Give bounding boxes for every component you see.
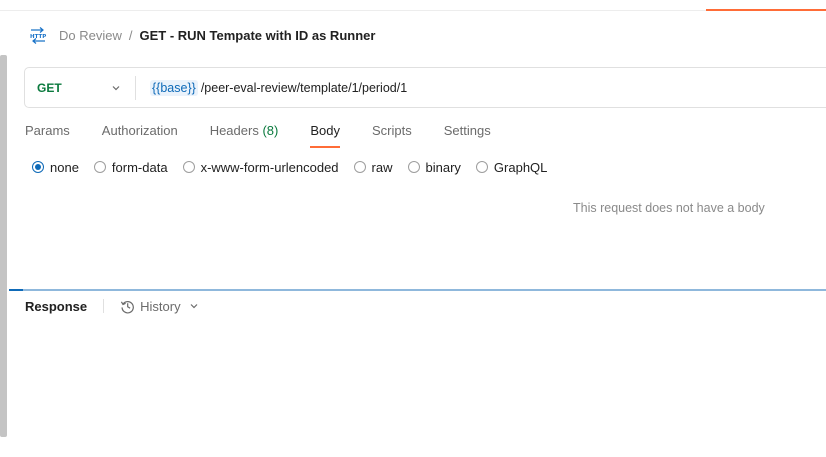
headers-count: (8) [262,123,279,138]
chevron-down-icon [112,85,120,90]
request-tabs: Params Authorization Headers (8) Body Sc… [25,120,523,148]
radio-none[interactable] [32,161,44,173]
svg-text:HTTP: HTTP [30,34,46,40]
body-type-form-data-label: form-data [111,159,168,175]
chevron-down-icon [190,304,198,309]
tab-authorization-label: Authorization [101,123,178,138]
body-type-binary-label: binary [425,159,461,175]
breadcrumb-parent-link[interactable]: Do Review [59,28,122,43]
body-type-urlencoded[interactable]: x-www-form-urlencoded [182,159,339,175]
response-separator [103,299,105,313]
history-button[interactable]: History [120,299,198,314]
radio-graphql[interactable] [475,161,488,173]
active-tab-indicator [706,9,826,11]
body-type-graphql[interactable]: GraphQL [475,159,548,175]
request-title[interactable]: GET - RUN Tempate with ID as Runner [139,28,375,43]
history-icon [121,300,135,313]
url-input[interactable]: {{base}} /peer-eval-review/template/1/pe… [136,79,408,96]
body-type-none-label: none [50,159,79,175]
empty-body-message: This request does not have a body [573,201,765,215]
method-label: GET [37,80,62,95]
tab-scripts-label: Scripts [371,123,412,138]
body-type-binary[interactable]: binary [407,159,461,175]
body-type-raw-label: raw [371,159,393,175]
tab-headers[interactable]: Headers (8) [210,120,279,148]
tab-params-label: Params [25,123,70,138]
radio-raw[interactable] [353,161,366,173]
body-type-urlencoded-label: x-www-form-urlencoded [200,159,339,175]
tab-settings[interactable]: Settings [444,120,491,148]
body-type-graphql-label: GraphQL [493,159,548,175]
sidebar-scrollbar[interactable] [0,55,7,437]
radio-form-data[interactable] [93,161,106,173]
response-header: Response History [25,297,199,315]
tab-body[interactable]: Body [310,120,340,148]
url-bar: GET {{base}} /peer-eval-review/template/… [24,67,826,108]
breadcrumb: HTTP Do Review / GET - RUN Tempate with … [28,25,375,45]
history-label: History [140,298,181,314]
body-type-radio-group: none form-data x-www-form-urlencoded raw… [32,158,562,176]
top-tab-strip [0,0,826,11]
tab-scripts[interactable]: Scripts [372,120,412,148]
url-variable[interactable]: {{base}} [150,79,198,96]
http-icon: HTTP [30,27,46,44]
method-select[interactable]: GET [25,68,135,107]
tab-body-label: Body [310,123,340,138]
breadcrumb-separator: / [128,27,133,43]
tab-params[interactable]: Params [25,120,70,148]
response-label: Response [25,298,88,314]
body-type-form-data[interactable]: form-data [93,159,168,175]
radio-urlencoded[interactable] [182,161,195,173]
tab-authorization[interactable]: Authorization [102,120,178,148]
body-type-raw[interactable]: raw [353,159,393,175]
pane-resize-divider[interactable] [9,289,826,291]
url-path: /peer-eval-review/template/1/period/1 [200,80,408,95]
body-type-none[interactable]: none [32,160,79,175]
radio-binary[interactable] [407,161,420,173]
tab-settings-label: Settings [443,123,491,138]
tab-headers-label: Headers [209,123,259,138]
